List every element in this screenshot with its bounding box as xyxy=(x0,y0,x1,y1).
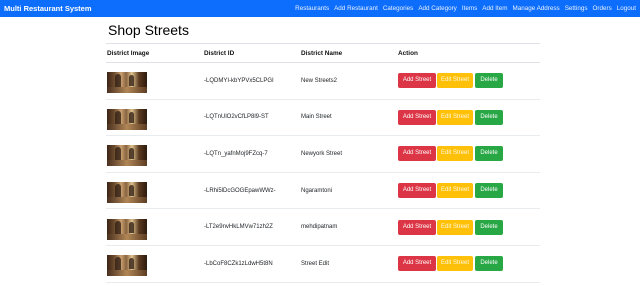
district-name-cell: mehdipatnam xyxy=(300,208,397,246)
add-street-button[interactable]: Add Street xyxy=(398,146,436,162)
district-image-cell xyxy=(106,245,203,283)
table-row: -LbCoF8CZk1zLdwH5t8N Street Edit Add Str… xyxy=(106,245,540,283)
district-id-cell: -LQTnUlO2vCfLP8l9-ST xyxy=(203,99,300,137)
action-cell: Add Street Edit Street Delete xyxy=(397,172,540,210)
thumb-arch xyxy=(129,258,134,270)
delete-button[interactable]: Delete xyxy=(475,73,503,89)
district-id-cell: -LRhi5lDcGOGEpawWWz- xyxy=(203,172,300,210)
delete-button[interactable]: Delete xyxy=(475,256,503,272)
thumb-arch xyxy=(129,111,134,123)
row-actions: Add Street Edit Street Delete xyxy=(398,256,540,272)
nav-link-logout[interactable]: Logout xyxy=(617,5,636,12)
thumb-floor xyxy=(107,197,147,204)
street-photo-icon xyxy=(107,255,147,277)
district-name-cell: Street Edit xyxy=(300,245,397,283)
street-photo-icon xyxy=(107,218,147,240)
main-content: Shop Streets District Image District ID … xyxy=(106,17,540,283)
thumb-arch xyxy=(115,74,121,88)
table-header-row: District Image District ID District Name… xyxy=(106,43,540,63)
add-street-button[interactable]: Add Street xyxy=(398,109,436,125)
action-cell: Add Street Edit Street Delete xyxy=(397,62,540,100)
add-street-button[interactable]: Add Street xyxy=(398,183,436,199)
column-header-action: Action xyxy=(397,43,540,63)
nav-link-categories[interactable]: Categories xyxy=(383,5,413,12)
district-image-cell xyxy=(106,99,203,137)
row-actions: Add Street Edit Street Delete xyxy=(398,73,540,89)
column-header-image: District Image xyxy=(106,43,203,63)
thumb-floor xyxy=(107,123,147,130)
action-cell: Add Street Edit Street Delete xyxy=(397,99,540,137)
street-photo-icon xyxy=(107,72,147,94)
add-street-button[interactable]: Add Street xyxy=(398,219,436,235)
delete-button[interactable]: Delete xyxy=(475,109,503,125)
add-street-button[interactable]: Add Street xyxy=(398,256,436,272)
column-header-name: District Name xyxy=(300,43,397,63)
edit-street-button[interactable]: Edit Street xyxy=(437,146,473,162)
edit-street-button[interactable]: Edit Street xyxy=(437,109,473,125)
nav-link-settings[interactable]: Settings xyxy=(565,5,588,12)
street-photo-icon xyxy=(107,145,147,167)
thumb-floor xyxy=(107,87,147,94)
table-row: -LQTnUlO2vCfLP8l9-ST Main Street Add Str… xyxy=(106,99,540,137)
thumb-arch xyxy=(115,147,121,161)
nav-link-orders[interactable]: Orders xyxy=(592,5,611,12)
thumb-arch xyxy=(129,185,134,197)
table-row: -LT2e9nvHkLMVw71zh2Z mehdipatnam Add Str… xyxy=(106,208,540,246)
thumb-floor xyxy=(107,233,147,240)
delete-button[interactable]: Delete xyxy=(475,219,503,235)
action-cell: Add Street Edit Street Delete xyxy=(397,135,540,173)
nav-links: Restaurants Add Restaurant Categories Ad… xyxy=(290,5,636,12)
street-photo-icon xyxy=(107,182,147,204)
district-name-cell: Newyork Street xyxy=(300,135,397,173)
edit-street-button[interactable]: Edit Street xyxy=(437,256,473,272)
delete-button[interactable]: Delete xyxy=(475,183,503,199)
thumb-arch xyxy=(115,184,121,198)
thumb-arch xyxy=(115,257,121,271)
streets-table: District Image District ID District Name… xyxy=(106,43,540,283)
district-image-cell xyxy=(106,62,203,100)
table-row: -LQDMYI-kbYPVx5CLPGI New Streets2 Add St… xyxy=(106,62,540,100)
edit-street-button[interactable]: Edit Street xyxy=(437,219,473,235)
nav-link-manage-address[interactable]: Manage Address xyxy=(512,5,559,12)
top-navbar: Multi Restaurant System Restaurants Add … xyxy=(0,0,640,17)
add-street-button[interactable]: Add Street xyxy=(398,73,436,89)
district-name-cell: Ngaramtoni xyxy=(300,172,397,210)
thumb-arch xyxy=(115,110,121,124)
street-photo-icon xyxy=(107,108,147,130)
district-id-cell: -LQDMYI-kbYPVx5CLPGI xyxy=(203,62,300,100)
nav-link-add-category[interactable]: Add Category xyxy=(418,5,457,12)
district-id-cell: -LQTn_yafnMoj9FZcq-7 xyxy=(203,135,300,173)
action-cell: Add Street Edit Street Delete xyxy=(397,208,540,246)
row-actions: Add Street Edit Street Delete xyxy=(398,109,540,125)
column-header-id: District ID xyxy=(203,43,300,63)
district-id-cell: -LbCoF8CZk1zLdwH5t8N xyxy=(203,245,300,283)
row-actions: Add Street Edit Street Delete xyxy=(398,146,540,162)
nav-link-restaurants[interactable]: Restaurants xyxy=(295,5,329,12)
nav-link-add-item[interactable]: Add Item xyxy=(482,5,507,12)
nav-link-items[interactable]: Items xyxy=(462,5,477,12)
thumb-arch xyxy=(129,75,134,87)
row-actions: Add Street Edit Street Delete xyxy=(398,219,540,235)
district-name-cell: Main Street xyxy=(300,99,397,137)
thumb-arch xyxy=(129,221,134,233)
row-actions: Add Street Edit Street Delete xyxy=(398,183,540,199)
edit-street-button[interactable]: Edit Street xyxy=(437,73,473,89)
brand-title[interactable]: Multi Restaurant System xyxy=(4,4,92,13)
delete-button[interactable]: Delete xyxy=(475,146,503,162)
district-name-cell: New Streets2 xyxy=(300,62,397,100)
thumb-arch xyxy=(115,220,121,234)
action-cell: Add Street Edit Street Delete xyxy=(397,245,540,283)
district-image-cell xyxy=(106,172,203,210)
district-image-cell xyxy=(106,135,203,173)
district-id-cell: -LT2e9nvHkLMVw71zh2Z xyxy=(203,208,300,246)
thumb-floor xyxy=(107,270,147,277)
thumb-floor xyxy=(107,160,147,167)
table-row: -LRhi5lDcGOGEpawWWz- Ngaramtoni Add Stre… xyxy=(106,172,540,210)
page-title: Shop Streets xyxy=(108,22,189,38)
table-row: -LQTn_yafnMoj9FZcq-7 Newyork Street Add … xyxy=(106,135,540,173)
edit-street-button[interactable]: Edit Street xyxy=(437,183,473,199)
nav-link-add-restaurant[interactable]: Add Restaurant xyxy=(334,5,378,12)
thumb-arch xyxy=(129,148,134,160)
district-image-cell xyxy=(106,208,203,246)
